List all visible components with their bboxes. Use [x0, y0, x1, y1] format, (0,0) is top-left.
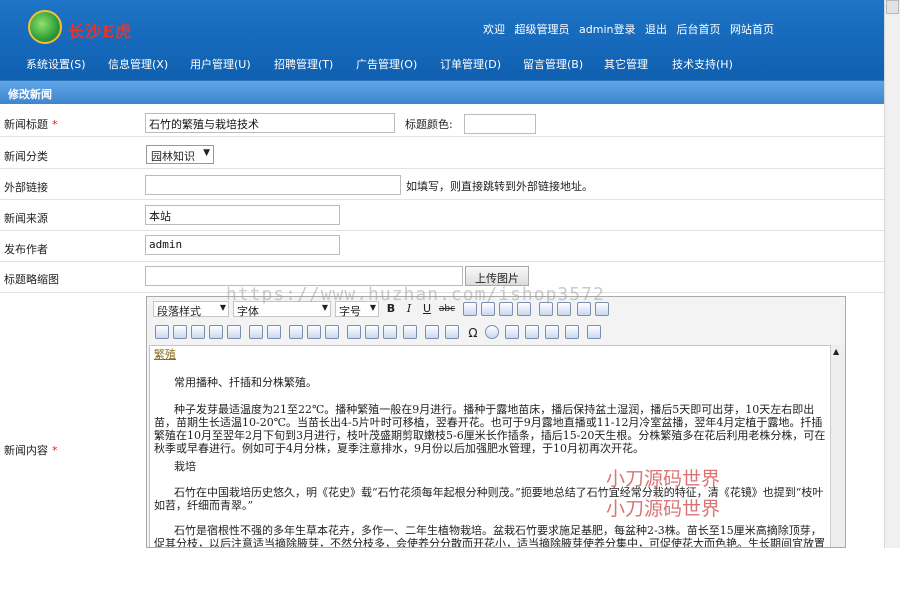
- horizontal-rule-icon[interactable]: [347, 325, 361, 339]
- insert-media-icon[interactable]: [191, 325, 205, 339]
- editor-toolbar-insert: Ω: [147, 321, 845, 343]
- author-label: 发布作者: [4, 243, 48, 256]
- category-selected-value: 园林知识: [151, 150, 195, 163]
- content-paragraph: 常用播种、扦插和分株繁殖。: [174, 376, 317, 389]
- spell-check-icon[interactable]: [505, 325, 519, 339]
- preview-icon[interactable]: [525, 325, 539, 339]
- chevron-down-icon: ▼: [203, 148, 210, 158]
- news-source-label: 新闻来源: [4, 212, 48, 225]
- find-icon[interactable]: [403, 325, 417, 339]
- row-news-title: 新闻标题 * 石竹的繁殖与栽培技术 标题颜色:: [0, 105, 884, 137]
- header: 长沙E虎 欢迎 超级管理员 admin登录 退出 后台首页 网站首页 系统设置(…: [0, 0, 884, 80]
- author-input[interactable]: admin: [145, 235, 340, 255]
- attachment-icon[interactable]: [209, 325, 223, 339]
- external-link-label: 外部链接: [4, 181, 48, 194]
- paste-text-icon[interactable]: [249, 325, 263, 339]
- nav-ad-management[interactable]: 广告管理(O): [356, 56, 417, 72]
- paste-word-icon[interactable]: [267, 325, 281, 339]
- logout-link[interactable]: 退出: [645, 23, 667, 36]
- font-value: 字体: [237, 305, 259, 318]
- external-link-input[interactable]: [145, 175, 401, 195]
- insert-code-icon[interactable]: [307, 325, 321, 339]
- logo: 长沙E虎: [28, 10, 148, 46]
- content-paragraph: 石竹在中国栽培历史悠久，明《花史》载“石竹花须每年起根分种则茂。”扼要地总结了石…: [154, 486, 824, 512]
- content-label: 新闻内容 *: [4, 444, 58, 457]
- nav-info-management[interactable]: 信息管理(X): [108, 56, 168, 72]
- nav-tech-support[interactable]: 技术支持(H): [672, 56, 733, 72]
- title-color-label: 标题颜色:: [405, 118, 453, 131]
- row-author: 发布作者 admin: [0, 232, 884, 262]
- content-paragraph: 石竹是宿根性不强的多年生草本花卉，多作一、二年生植物栽培。盆栽石竹要求施足基肥，…: [154, 524, 825, 548]
- watermark-text: 小刀源码世界: [606, 498, 721, 520]
- page-title: 修改新闻: [8, 88, 52, 101]
- scroll-up-icon[interactable]: ▲: [833, 347, 839, 356]
- table-props-icon[interactable]: [325, 325, 339, 339]
- upload-image-button[interactable]: 上传图片: [465, 266, 529, 286]
- maximize-icon[interactable]: [545, 325, 559, 339]
- nav-other-management[interactable]: 其它管理: [604, 56, 648, 72]
- paragraph-style-value: 段落样式: [157, 305, 201, 318]
- external-link-hint: 如填写，则直接跳转到外部链接地址。: [406, 180, 593, 193]
- welcome-text: 欢迎: [483, 23, 506, 36]
- row-external-link: 外部链接 如填写，则直接跳转到外部链接地址。: [0, 170, 884, 200]
- role-text: 超级管理员: [514, 23, 570, 36]
- title-color-input[interactable]: [464, 114, 536, 134]
- font-size-value: 字号: [339, 305, 361, 318]
- insert-table-icon[interactable]: [445, 325, 459, 339]
- admin-home-link[interactable]: 后台首页: [677, 23, 721, 36]
- admin-page: 长沙E虎 欢迎 超级管理员 admin登录 退出 后台首页 网站首页 系统设置(…: [0, 0, 900, 589]
- rich-text-editor: 段落样式 ▼ 字体 ▼ 字号 ▼ B I U abc Ω 繁殖 常用播种、扦插和…: [146, 296, 846, 548]
- insert-image-icon[interactable]: [155, 325, 169, 339]
- content-heading: 繁殖: [154, 348, 176, 361]
- thumbnail-input[interactable]: [145, 266, 463, 286]
- unlink-icon[interactable]: [383, 325, 397, 339]
- special-char-button[interactable]: Ω: [465, 325, 481, 341]
- logo-text: 长沙E虎: [68, 22, 133, 41]
- nav-recruit-management[interactable]: 招聘管理(T): [274, 56, 333, 72]
- news-source-input[interactable]: 本站: [145, 205, 340, 225]
- nav-message-management[interactable]: 留言管理(B): [523, 56, 583, 72]
- paragraph-style-select[interactable]: 段落样式 ▼: [153, 301, 229, 318]
- watermark-text: 小刀源码世界: [606, 468, 721, 490]
- news-category-select[interactable]: 园林知识 ▼: [146, 145, 214, 164]
- editor-content-area[interactable]: 繁殖 常用播种、扦插和分株繁殖。 种子发芽最适温度为21至22℃。播种繁殖一般在…: [149, 345, 831, 548]
- watermark-url: https://www.huzhan.com/ishop3572: [226, 284, 605, 305]
- row-news-category: 新闻分类 园林知识 ▼: [0, 138, 884, 169]
- template-icon[interactable]: [289, 325, 303, 339]
- news-category-label: 新闻分类: [4, 150, 48, 163]
- page-scrollbar[interactable]: [884, 0, 900, 548]
- news-title-label: 新闻标题 *: [4, 118, 58, 131]
- emoticon-icon[interactable]: [485, 325, 499, 339]
- required-mark: *: [52, 118, 58, 131]
- user-login-text: admin登录: [579, 23, 636, 36]
- show-blocks-icon[interactable]: [565, 325, 579, 339]
- anchor-icon[interactable]: [425, 325, 439, 339]
- paste-icon[interactable]: [227, 325, 241, 339]
- news-title-input[interactable]: 石竹的繁殖与栽培技术: [145, 113, 395, 133]
- logo-icon: [28, 10, 62, 44]
- nav-order-management[interactable]: 订单管理(D): [440, 56, 501, 72]
- page-title-bar: 修改新闻: [0, 80, 884, 104]
- content-paragraph: 种子发芽最适温度为21至22℃。播种繁殖一般在9月进行。播种于露地苗床，播后保持…: [154, 403, 826, 455]
- editor-scrollbar[interactable]: ▲: [830, 345, 845, 547]
- required-mark: *: [52, 444, 58, 457]
- insert-link-icon[interactable]: [365, 325, 379, 339]
- row-news-source: 新闻来源 本站: [0, 201, 884, 231]
- thumbnail-label: 标题略缩图: [4, 273, 59, 286]
- save-icon[interactable]: [587, 325, 601, 339]
- content-paragraph: 栽培: [174, 460, 196, 473]
- scrollbar-thumb[interactable]: [886, 0, 899, 14]
- insert-flash-icon[interactable]: [173, 325, 187, 339]
- top-links: 欢迎 超级管理员 admin登录 退出 后台首页 网站首页: [477, 21, 774, 37]
- nav-system-settings[interactable]: 系统设置(S): [26, 56, 86, 72]
- site-home-link[interactable]: 网站首页: [730, 23, 774, 36]
- nav-user-management[interactable]: 用户管理(U): [190, 56, 251, 72]
